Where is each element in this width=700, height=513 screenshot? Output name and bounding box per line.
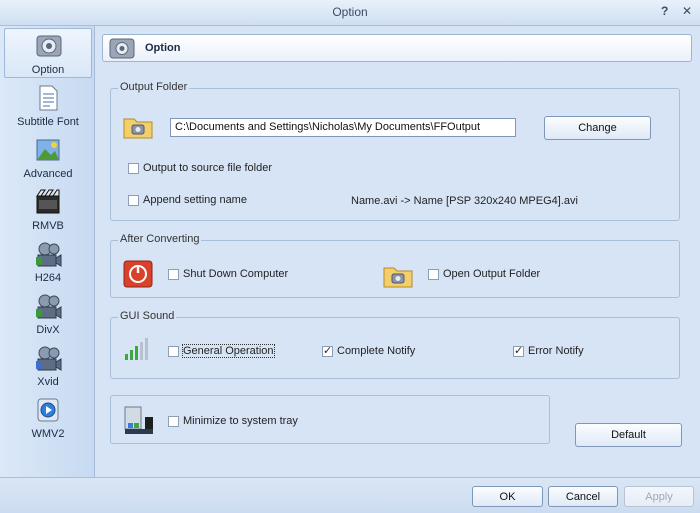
sidebar-item-rmvb[interactable]: RMVB — [4, 185, 92, 235]
apply-button[interactable]: Apply — [624, 486, 694, 507]
checkbox-label: Complete Notify — [337, 345, 416, 357]
checkbox-label: Error Notify — [528, 345, 584, 357]
shutdown-checkbox[interactable]: Shut Down Computer — [168, 268, 288, 280]
after-converting-group: After Converting Shut Down Computer Open… — [110, 233, 680, 298]
checkbox-box — [128, 194, 139, 206]
help-button[interactable]: ? — [661, 4, 668, 18]
output-to-source-checkbox[interactable]: Output to source file folder — [128, 162, 272, 174]
sidebar-item-label: Subtitle Font — [17, 116, 79, 128]
tray-group: Minimize to system tray — [110, 395, 550, 444]
subtitle-font-icon — [39, 85, 58, 111]
sidebar-item-label: WMV2 — [31, 428, 65, 440]
advanced-icon — [36, 139, 60, 161]
sidebar-item-advanced[interactable]: Advanced — [4, 133, 92, 183]
checkbox-label: Shut Down Computer — [183, 268, 289, 280]
sidebar-item-h264[interactable]: H264 — [4, 237, 92, 287]
sidebar-item-option[interactable]: Option — [4, 28, 92, 78]
sidebar-item-label: H264 — [34, 272, 62, 284]
complete-notify-checkbox[interactable]: Complete Notify — [322, 344, 416, 357]
checkbox-box — [168, 345, 179, 357]
output-path-input[interactable]: C:\Documents and Settings\Nicholas\My Do… — [170, 118, 516, 137]
options-panel: Option Output Folder C:\Documents and Se… — [95, 26, 700, 477]
sidebar-item-label: DivX — [36, 324, 60, 336]
sidebar-item-xvid[interactable]: Xvid — [4, 341, 92, 391]
sidebar-item-label: Xvid — [37, 376, 59, 388]
wmv2-icon — [37, 398, 59, 422]
window-title: Option — [332, 5, 368, 19]
section-title: Option — [145, 42, 181, 54]
checkbox-box — [128, 162, 139, 174]
checkbox-label: General Operation — [182, 344, 275, 358]
sidebar-item-label: Advanced — [23, 168, 73, 180]
folder-icon — [383, 267, 413, 288]
folder-icon — [123, 118, 153, 139]
sidebar-item-wmv2[interactable]: WMV2 — [4, 393, 92, 443]
dialog-footer: OK Cancel Apply — [0, 477, 700, 513]
option-icon — [109, 38, 135, 59]
checkbox-box — [513, 344, 524, 357]
h264-icon — [36, 242, 62, 267]
default-button[interactable]: Default — [575, 423, 682, 447]
gui-sound-legend: GUI Sound — [118, 310, 177, 322]
ok-button[interactable]: OK — [472, 486, 543, 507]
checkbox-label: Open Output Folder — [443, 268, 541, 280]
after-converting-legend: After Converting — [118, 233, 202, 245]
checkbox-box — [428, 268, 439, 280]
sidebar-item-divx[interactable]: DivX — [4, 289, 92, 339]
sidebar-item-label: RMVB — [32, 220, 64, 232]
error-notify-checkbox[interactable]: Error Notify — [513, 344, 584, 357]
checkbox-label: Append setting name — [143, 194, 247, 206]
option-icon — [36, 35, 62, 57]
divx-icon — [36, 294, 62, 319]
xvid-icon — [36, 346, 62, 371]
volume-bars-icon — [125, 338, 148, 360]
checkbox-box — [168, 415, 179, 427]
general-operation-checkbox[interactable]: General Operation — [168, 344, 275, 358]
minimize-to-tray-checkbox[interactable]: Minimize to system tray — [168, 415, 298, 427]
filename-example: Name.avi -> Name [PSP 320x240 MPEG4].avi — [351, 195, 578, 207]
section-header: Option — [102, 34, 692, 62]
checkbox-label: Output to source file folder — [143, 162, 273, 174]
output-folder-legend: Output Folder — [118, 81, 190, 93]
system-tray-icon — [124, 406, 153, 434]
open-output-folder-checkbox[interactable]: Open Output Folder — [428, 268, 540, 280]
title-bar: Option ? ✕ — [0, 0, 700, 26]
gui-sound-group: GUI Sound General Operation Complete Not… — [110, 310, 680, 379]
output-folder-group: Output Folder C:\Documents and Settings\… — [110, 81, 680, 221]
rmvb-icon — [36, 189, 60, 214]
append-setting-checkbox[interactable]: Append setting name — [128, 194, 247, 206]
sidebar-item-subtitle-font[interactable]: Subtitle Font — [4, 81, 92, 131]
sidebar-item-label: Option — [31, 64, 65, 76]
checkbox-box — [322, 344, 333, 357]
change-button[interactable]: Change — [544, 116, 651, 140]
checkbox-box — [168, 268, 179, 280]
close-button[interactable]: ✕ — [682, 4, 692, 18]
power-icon — [123, 260, 153, 288]
checkbox-label: Minimize to system tray — [183, 415, 298, 427]
sidebar: Option Subtitle Font Advanced RMVB H264 … — [0, 26, 95, 477]
cancel-button[interactable]: Cancel — [548, 486, 618, 507]
